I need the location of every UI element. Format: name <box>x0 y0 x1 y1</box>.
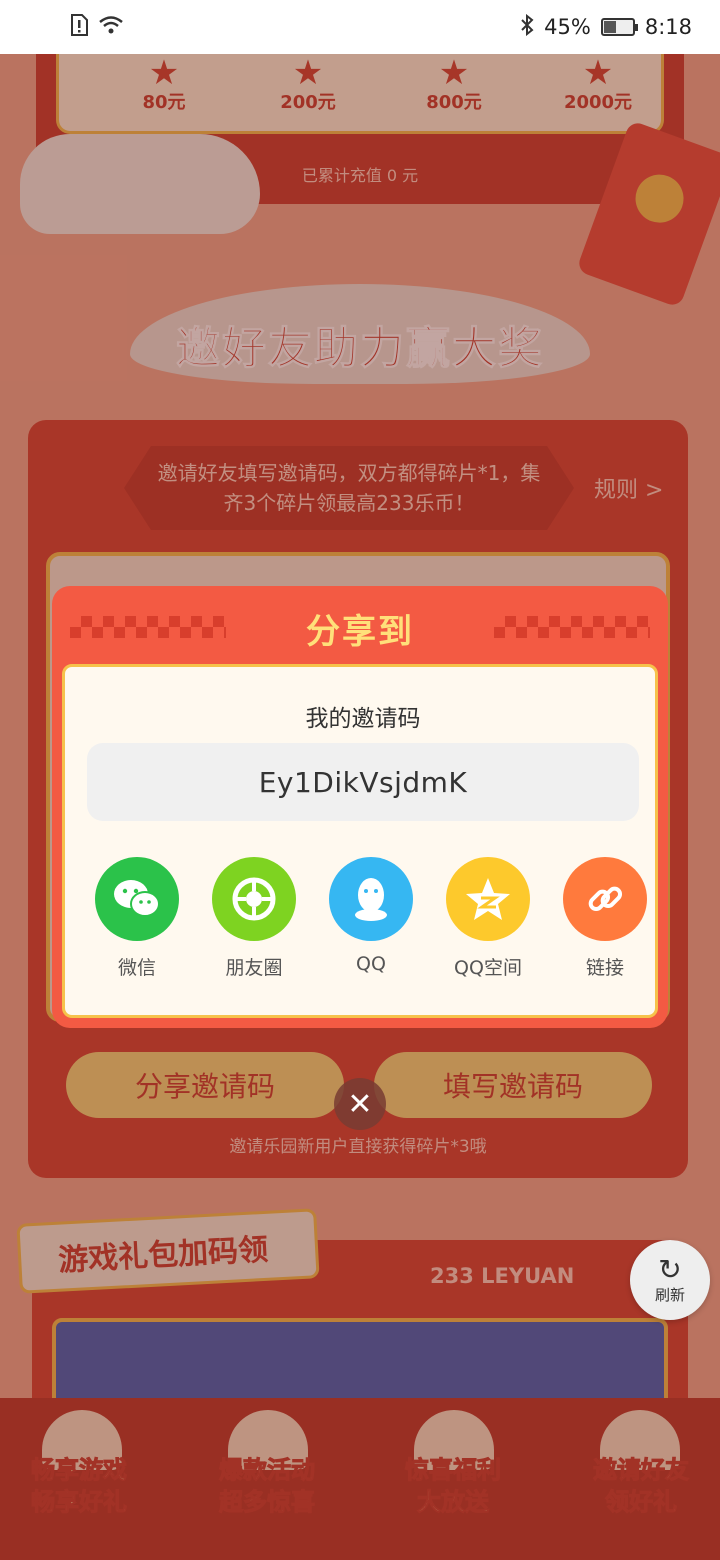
invite-code-label: 我的邀请码 <box>305 706 421 732</box>
moments-icon <box>212 857 296 941</box>
dialog-body: 我的邀请码 Ey1DikVsjdmK 微信 朋友圈 QQ QQ空间 链接 <box>62 664 658 1018</box>
battery-icon <box>600 18 638 36</box>
wechat-icon <box>95 857 179 941</box>
share-qq-button[interactable]: QQ <box>321 857 421 975</box>
share-link-button[interactable]: 链接 <box>555 857 655 980</box>
share-dialog: 分享到 我的邀请码 Ey1DikVsjdmK 微信 朋友圈 QQ QQ空间 链接 <box>52 586 668 1028</box>
share-label: 链接 <box>585 957 624 979</box>
share-wechat-button[interactable]: 微信 <box>87 857 187 980</box>
status-bar: 45% 8:18 <box>0 0 720 54</box>
bluetooth-icon <box>520 13 534 41</box>
share-label: 朋友圈 <box>225 957 283 979</box>
wifi-icon <box>98 15 124 40</box>
share-qzone-button[interactable]: QQ空间 <box>438 857 538 980</box>
qzone-icon <box>446 857 530 941</box>
invite-code-field[interactable]: Ey1DikVsjdmK <box>87 743 639 821</box>
sim-alert-icon <box>70 13 88 41</box>
link-icon <box>563 857 647 941</box>
close-icon: ✕ <box>347 1086 373 1122</box>
refresh-icon: ↻ <box>658 1252 682 1286</box>
battery-percent: 45% <box>544 15 591 39</box>
share-label: 微信 <box>117 957 156 979</box>
close-dialog-button[interactable]: ✕ <box>334 1078 386 1130</box>
share-label: QQ空间 <box>454 957 522 979</box>
dialog-title: 分享到 <box>306 612 414 652</box>
share-moments-button[interactable]: 朋友圈 <box>204 857 304 980</box>
qq-icon <box>329 857 413 941</box>
clock: 8:18 <box>644 15 692 39</box>
share-label: QQ <box>356 953 386 975</box>
refresh-button[interactable]: ↻ 刷新 <box>630 1240 710 1320</box>
